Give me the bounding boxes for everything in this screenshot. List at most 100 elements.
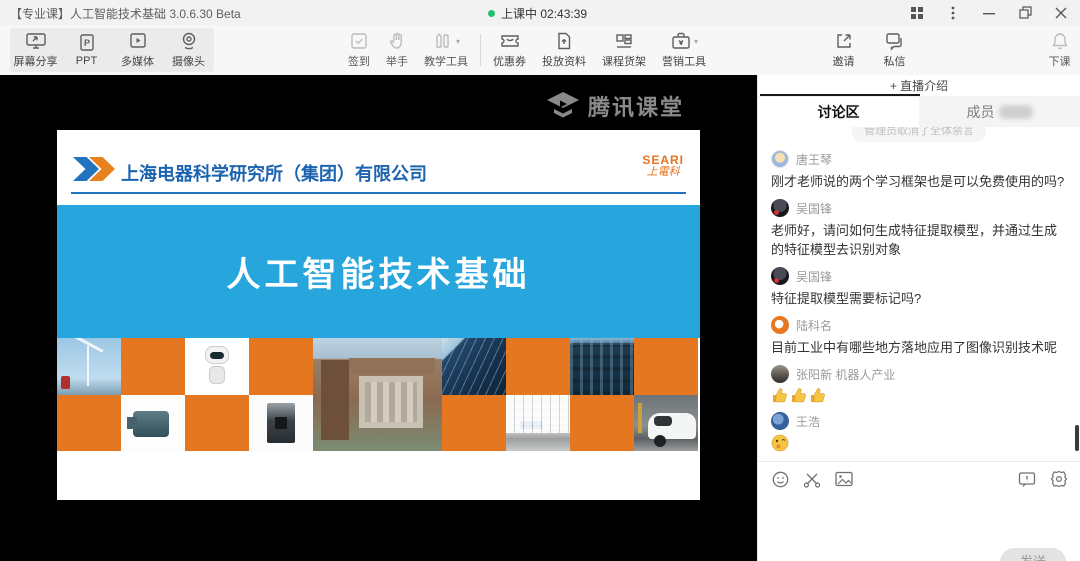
watermark-text: 腾讯课堂 (588, 90, 684, 122)
invite-label: 邀请 (833, 53, 855, 69)
chat-message: 吴国锋 老师好，请问如何生成特征提取模型，并通过生成的特征模型去识别对象 (771, 199, 1067, 259)
private-message-icon (884, 31, 906, 51)
chat-message-list[interactable]: 管理员取消了全体禁言 唐王琴 刚才老师说的两个学习框架也是可以免费使用的吗? 吴… (758, 127, 1080, 461)
photo-electric-car (634, 395, 698, 452)
tab-live-intro[interactable]: + 直播介绍 (758, 75, 1080, 97)
chat-message: 张阳新 机器人产业 (771, 365, 1067, 404)
avatar (771, 316, 789, 334)
message-text: 老师好，请问如何生成特征提取模型，并通过生成的特征模型去识别对象 (771, 221, 1067, 259)
multimedia-label: 多媒体 (121, 53, 154, 69)
camera-icon (179, 31, 199, 51)
sign-in-button[interactable]: 签到 (340, 28, 378, 72)
live-intro-label: + 直播介绍 (890, 77, 948, 94)
end-class-button[interactable]: 下课 (1034, 28, 1080, 72)
orange-tile (634, 338, 698, 395)
multimedia-icon (128, 31, 148, 51)
sender-name: 吴国锋 (796, 268, 832, 285)
orange-tile (570, 395, 634, 452)
presentation-stage: 腾讯课堂 上海电器科学研究所（集团）有限公司 SEARI 上電科 人工智能技术基… (0, 75, 757, 561)
kebab-menu-icon[interactable] (940, 2, 966, 24)
invite-button[interactable]: 邀请 (818, 28, 869, 72)
photo-wind-turbine (57, 338, 121, 395)
chat-message: 王浩 (771, 412, 1067, 452)
company-name: 上海电器科学研究所（集团）有限公司 (121, 160, 427, 186)
screen-share-button[interactable]: 屏幕分享 (10, 28, 61, 72)
photo-checkerboard (57, 338, 700, 451)
window-title: 【专业课】人工智能技术基础 3.0.6.30 Beta (10, 5, 241, 22)
toolbar: 屏幕分享 P PPT 多媒体 摄像头 签到 举手 (0, 25, 1080, 75)
class-timer: 02:43:39 (540, 7, 587, 21)
invite-icon (834, 31, 854, 51)
marketing-tools-button[interactable]: ▾ 营销工具 (654, 28, 714, 72)
avatar (771, 150, 789, 168)
thumbs-up-emoji (809, 387, 826, 404)
double-chevron-icon (73, 157, 105, 181)
teaching-tools-icon (432, 31, 454, 51)
teaching-tools-label: 教学工具 (424, 53, 468, 69)
coupon-label: 优惠券 (493, 53, 526, 69)
end-class-group: 下课 (1034, 28, 1080, 72)
photo-institute-building (313, 338, 442, 451)
multimedia-button[interactable]: 多媒体 (112, 28, 163, 72)
image-icon[interactable] (835, 471, 853, 487)
coupon-icon (499, 31, 521, 51)
orange-tile (121, 338, 185, 395)
course-shelf-label: 课程货架 (602, 53, 646, 69)
screen-share-icon (25, 31, 47, 51)
sender-name: 张阳新 机器人产业 (796, 366, 895, 383)
members-tab-label: 成员 (967, 102, 995, 122)
apps-grid-icon[interactable] (904, 2, 930, 24)
orange-tile (57, 395, 121, 452)
ppt-icon: P (77, 33, 97, 53)
close-icon[interactable] (1048, 2, 1074, 24)
sender-name: 陆科名 (796, 317, 832, 334)
push-materials-button[interactable]: 投放资料 (534, 28, 594, 72)
thumbs-up-emoji (771, 387, 788, 404)
private-message-button[interactable]: 私信 (869, 28, 920, 72)
gear-icon[interactable] (1050, 470, 1068, 488)
kissing-face-emoji (771, 434, 789, 452)
photo-solar-panels (442, 338, 506, 395)
tab-members[interactable]: 成员 (919, 97, 1080, 127)
feedback-icon[interactable] (1018, 471, 1036, 488)
app-window: 【专业课】人工智能技术基础 3.0.6.30 Beta 上课中 02:43:39 (0, 0, 1080, 561)
ppt-button[interactable]: P PPT (61, 28, 112, 72)
marketing-tools-icon (670, 31, 692, 51)
teaching-tools-button[interactable]: ▾ 教学工具 (416, 28, 476, 72)
course-shelf-button[interactable]: 课程货架 (594, 28, 654, 72)
slide-header: 上海电器科学研究所（集团）有限公司 SEARI 上電科 (57, 130, 700, 205)
tab-discussion[interactable]: 讨论区 (758, 97, 919, 127)
panel-tabs: 讨论区 成员 (758, 97, 1080, 127)
platform-watermark: 腾讯课堂 (546, 90, 684, 122)
sender-name: 唐王琴 (796, 151, 832, 168)
message-emoji-thumbs (771, 387, 1067, 404)
orange-tile (506, 338, 570, 395)
seari-logo: SEARI 上電科 (642, 154, 684, 178)
camera-button[interactable]: 摄像头 (163, 28, 214, 72)
send-button[interactable]: 发送 (1000, 548, 1066, 561)
push-materials-label: 投放资料 (542, 53, 586, 69)
message-text: 目前工业中有哪些地方落地应用了图像识别技术呢 (771, 338, 1067, 357)
coupon-button[interactable]: 优惠券 (485, 28, 534, 72)
chat-message: 唐王琴 刚才老师说的两个学习框架也是可以免费使用的吗? (771, 150, 1067, 191)
media-source-group: 屏幕分享 P PPT 多媒体 摄像头 (10, 28, 214, 72)
header-rule (71, 192, 686, 194)
chat-input-bar[interactable]: 发送 (758, 461, 1080, 561)
slide: 上海电器科学研究所（集团）有限公司 SEARI 上電科 人工智能技术基础 (57, 130, 700, 500)
emoji-icon[interactable] (772, 471, 789, 488)
toolbar-divider (480, 34, 481, 66)
chat-scrollbar-thumb[interactable] (1075, 425, 1079, 451)
sign-in-icon (349, 31, 369, 51)
scissors-icon[interactable] (803, 471, 821, 488)
raise-hand-button[interactable]: 举手 (378, 28, 416, 72)
message-text: 特征提取模型需要标记吗? (771, 289, 1067, 308)
orange-tile (442, 395, 506, 452)
minimize-icon[interactable] (976, 2, 1002, 24)
chevron-down-icon: ▾ (694, 37, 698, 46)
system-message: 管理员取消了全体禁言 (771, 127, 1067, 142)
sender-name: 吴国锋 (796, 200, 832, 217)
chevron-down-icon: ▾ (456, 37, 460, 46)
photo-robot (185, 338, 249, 395)
class-status-label: 上课中 (501, 5, 537, 22)
restore-icon[interactable] (1012, 2, 1038, 24)
